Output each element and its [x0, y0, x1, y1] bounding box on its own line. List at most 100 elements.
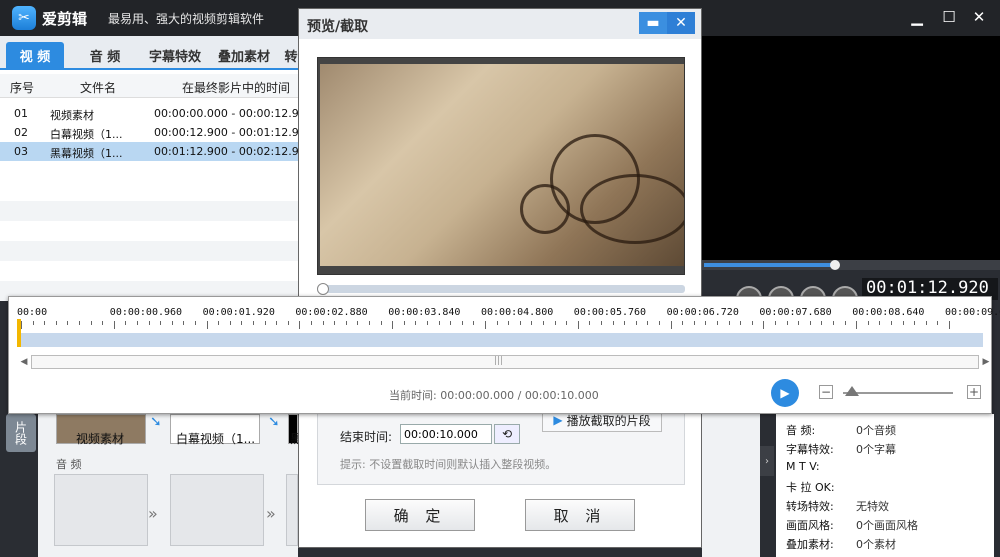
pick-current-time-icon[interactable]: ⟲: [494, 424, 520, 444]
timeline-tick-mark: [763, 321, 765, 329]
timeline-tick-mark: [949, 321, 950, 329]
tab-audio[interactable]: 音 频: [76, 42, 134, 68]
timeline-tick-mark: [902, 321, 904, 325]
dialog-seek-bar[interactable]: [317, 285, 685, 293]
arrow-right-icon: ➘: [268, 414, 280, 430]
row-num: 03: [14, 145, 28, 158]
tab-overlay[interactable]: 叠加素材: [212, 42, 276, 68]
timeline-tick-mark: [55, 321, 57, 325]
maximize-icon[interactable]: ☐: [938, 6, 960, 28]
cancel-button[interactable]: 取 消: [525, 499, 635, 531]
dialog-close-icon[interactable]: ✕: [667, 12, 695, 34]
timeline-tick-mark: [589, 321, 591, 325]
timeline-tick-mark: [32, 321, 34, 325]
timeline-tick-mark: [833, 321, 834, 325]
timeline-tick-label: 00:00:01.920: [202, 307, 275, 318]
timeline-tick-label: 00:00:06.720: [666, 307, 739, 318]
info-label: 叠加素材:: [786, 538, 834, 551]
timeline-tick-mark: [844, 321, 846, 325]
timeline-tick-mark: [786, 321, 788, 325]
timeline-tick-mark: [357, 321, 359, 325]
timeline-tick-mark: [682, 321, 684, 325]
tab-video[interactable]: 视 频: [6, 42, 64, 68]
current-time-display: 当前时间: 00:00:00.000 / 00:00:10.000: [389, 387, 599, 403]
table-header: 序号 文件名 在最终影片中的时间: [0, 74, 300, 98]
scroll-right-icon[interactable]: ▶: [979, 355, 993, 369]
main-preview-screen: [702, 36, 1000, 260]
ok-button[interactable]: 确 定: [365, 499, 475, 531]
timeline-tick-label: 00:00:09.600: [945, 307, 1000, 318]
scroll-left-icon[interactable]: ◀: [17, 355, 31, 369]
timeline-tick-mark: [670, 321, 672, 329]
timeline-tick-mark: [485, 321, 486, 329]
timeline-tick-label: 00:00:05.760: [573, 307, 647, 318]
timeline-tick-mark: [380, 321, 382, 325]
video-frame-ornament: [580, 174, 684, 244]
timeline-tick-mark: [705, 321, 707, 325]
timeline-tick-mark: [519, 321, 521, 325]
table-row[interactable]: 01 视频素材 00:00:00.000 - 00:00:12.9: [0, 104, 300, 123]
expand-panel-icon[interactable]: ›: [760, 446, 774, 476]
zoom-slider[interactable]: [843, 392, 953, 394]
table-row-selected[interactable]: 03 黑幕视频（1... 00:01:12.900 - 00:02:12.9: [0, 142, 300, 161]
timeline-playhead[interactable]: [17, 319, 21, 347]
current-time-label: 当前时间:: [389, 389, 437, 402]
info-label: M T V:: [786, 460, 820, 473]
audio-slot[interactable]: [170, 474, 264, 546]
table-row[interactable]: 02 白幕视频（1... 00:00:12.900 - 00:01:12.9: [0, 123, 300, 142]
timeline-tick-mark: [821, 321, 823, 325]
timeline-tick-mark: [67, 321, 69, 325]
zoom-out-icon[interactable]: −: [819, 385, 833, 399]
end-time-input[interactable]: [400, 424, 492, 444]
timeline-tick-mark: [148, 321, 150, 325]
timeline-tick-mark: [554, 321, 556, 325]
audio-slot[interactable]: [54, 474, 148, 546]
main-seek-progress: [704, 263, 835, 267]
timeline-track[interactable]: [19, 333, 983, 347]
timeline-tick-mark: [113, 321, 115, 329]
zoom-in-icon[interactable]: +: [967, 385, 981, 399]
timeline-tick-label: 00:00:00.960: [109, 307, 183, 318]
main-seek-handle[interactable]: [829, 260, 840, 270]
storyboard-side-tab[interactable]: 片段: [6, 414, 36, 452]
col-num: 序号: [10, 81, 35, 95]
timeline-tick-mark: [775, 321, 776, 325]
timeline-tick-mark: [44, 321, 46, 325]
tab-bar: 视 频 音 频 字幕特效 叠加素材 转: [0, 36, 300, 70]
timeline-tick-mark: [891, 321, 892, 325]
timeline-tick-label: 00:00: [17, 307, 48, 318]
scissors-logo-icon: ✂: [12, 6, 36, 30]
close-icon[interactable]: ✕: [968, 6, 990, 28]
zoom-slider-handle[interactable]: [845, 386, 859, 396]
timeline-tick-mark: [717, 321, 718, 325]
col-filename: 文件名: [80, 81, 117, 95]
arrow-right-icon: ➘: [150, 414, 162, 430]
tab-subtitle-effects[interactable]: 字幕特效: [144, 42, 206, 68]
row-num: 01: [14, 107, 28, 120]
timeline-tick-mark: [160, 321, 162, 325]
audio-slot[interactable]: [286, 474, 298, 546]
timeline-tick-mark: [867, 321, 869, 325]
minimize-icon[interactable]: ▁: [906, 6, 928, 28]
timeline-tick-mark: [334, 321, 336, 325]
info-label: 音 频:: [786, 424, 816, 437]
timeline-tick-mark: [427, 321, 428, 325]
timeline-tick-mark: [369, 321, 370, 325]
timeline-play-icon[interactable]: ▶: [771, 379, 799, 407]
timeline-tick-label: 00:00:02.880: [295, 307, 368, 318]
timeline-tick-mark: [566, 321, 568, 325]
dialog-seek-handle[interactable]: [317, 283, 329, 295]
timeline-scrollbar[interactable]: |||: [31, 355, 979, 369]
timeline-tick-mark: [937, 321, 939, 325]
audio-track-label: 音 频: [56, 458, 82, 471]
timeline-tick-label: 00:00:07.680: [759, 307, 832, 318]
clip-label: 视频素材: [76, 432, 125, 446]
dialog-minimize-icon[interactable]: ▬: [639, 12, 667, 34]
dialog-title-bar: 预览/截取 ▬ ✕: [299, 9, 701, 39]
preview-cut-dialog: 预览/截取 ▬ ✕ 结束时间: ⟲ ▶ 播放截取的片段 提示: 不设置截取时间则…: [298, 8, 702, 548]
video-frame: [320, 64, 684, 266]
timeline-popup: 00:00 00:00:00.960 00:00:01.920 00:00:02.88…: [8, 296, 1000, 414]
timeline-tick-mark: [137, 321, 138, 325]
timeline-tick-mark: [543, 321, 544, 325]
timeline-tick-mark: [276, 321, 278, 325]
